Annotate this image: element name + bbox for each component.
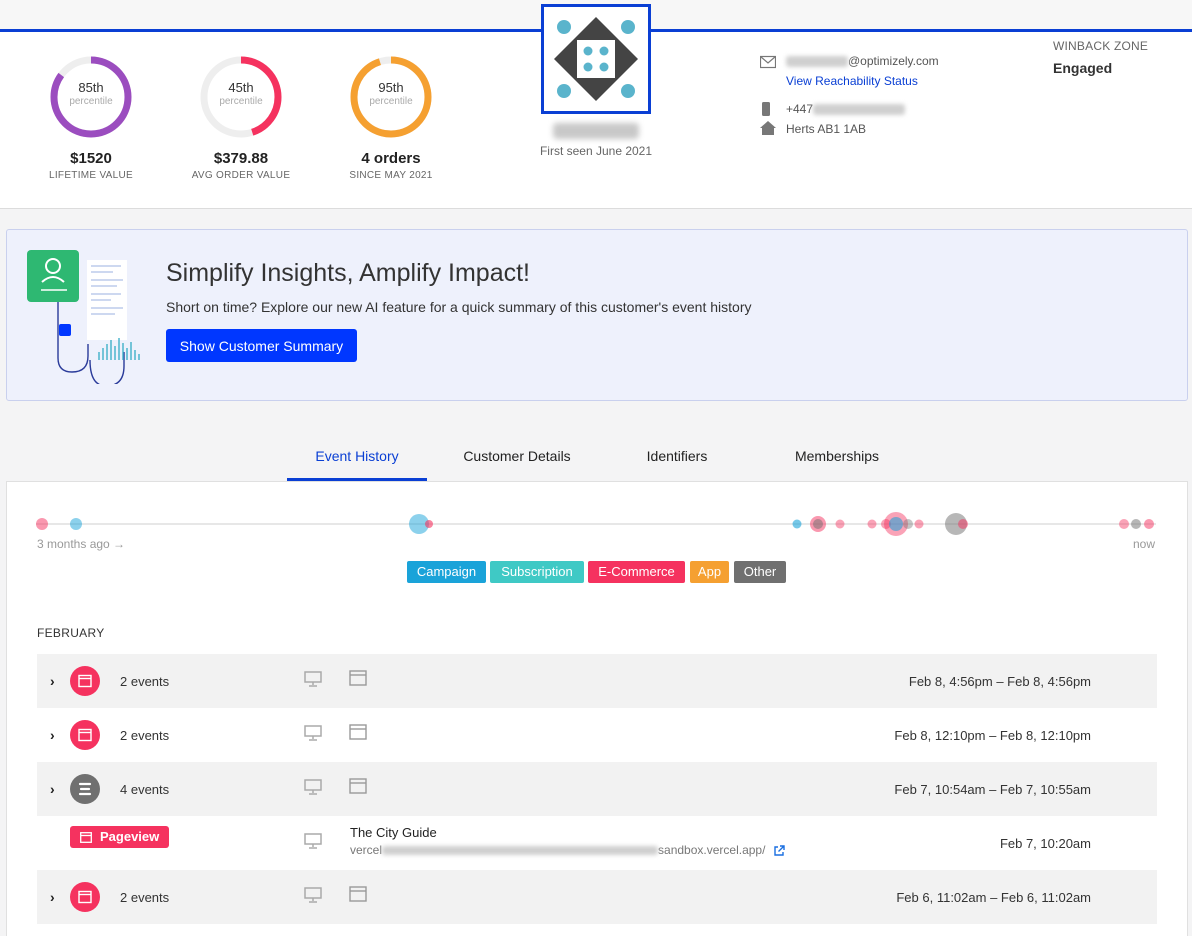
event-group-row[interactable]: › 2 events Feb 8, 12:10pm – Feb 8, 12:10…	[37, 708, 1157, 762]
phone-redacted	[813, 104, 906, 116]
email-redacted	[786, 56, 848, 68]
metric-label: SINCE MAY 2021	[349, 170, 433, 181]
customer-name-redacted	[553, 123, 639, 139]
tab-event-history[interactable]: Event History	[287, 438, 427, 481]
legend-other[interactable]: Other	[734, 561, 786, 583]
customer-avatar	[541, 4, 651, 114]
browser-icon	[70, 882, 100, 912]
event-time-range: Feb 8, 4:56pm – Feb 8, 4:56pm	[908, 674, 1091, 689]
customer-header: 85th percentile $1520 LIFETIME VALUE 45t…	[0, 0, 1192, 209]
browser-window-icon	[349, 778, 367, 794]
promo-description: Short on time? Explore our new AI featur…	[166, 299, 752, 315]
show-customer-summary-button[interactable]: Show Customer Summary	[166, 329, 357, 362]
metric-lifetime-value: 85th percentile $1520 LIFETIME VALUE	[21, 54, 161, 181]
phone-prefix: +447	[786, 102, 814, 116]
first-seen-text: First seen June 2021	[539, 144, 653, 158]
desktop-icon	[304, 887, 322, 903]
event-group-row[interactable]: › 2 events Feb 6, 11:02am – Feb 6, 11:02…	[37, 870, 1157, 924]
tab-memberships[interactable]: Memberships	[767, 438, 907, 481]
page-url[interactable]: vercel sandbox.vercel.app/	[350, 843, 785, 857]
browser-window-icon	[349, 670, 367, 686]
url-redacted	[382, 846, 659, 856]
browser-window-icon	[349, 886, 367, 902]
metric-orders: 95th percentile 4 orders SINCE MAY 2021	[321, 54, 461, 181]
metric-value: $1520	[70, 150, 112, 167]
address-text: Herts AB1 1AB	[786, 122, 867, 136]
home-icon	[760, 121, 776, 135]
event-time: Feb 7, 10:20am	[999, 836, 1091, 851]
ai-summary-promo: Simplify Insights, Amplify Impact! Short…	[6, 229, 1188, 401]
url-prefix: vercel	[350, 843, 383, 857]
desktop-icon	[304, 779, 322, 795]
legend-ecommerce[interactable]: E-Commerce	[588, 561, 685, 583]
event-count: 2 events	[120, 728, 170, 743]
winback-zone-value: Engaged	[1053, 60, 1113, 76]
event-time-range: Feb 6, 11:02am – Feb 6, 11:02am	[896, 890, 1091, 905]
tab-customer-details[interactable]: Customer Details	[447, 438, 587, 481]
percentile-value: 45th	[228, 80, 254, 95]
browser-icon	[70, 720, 100, 750]
event-count: 4 events	[120, 782, 170, 797]
timeline-start-label: 3 months ago →	[37, 537, 126, 551]
event-time-range: Feb 7, 10:54am – Feb 7, 10:55am	[894, 782, 1091, 797]
page-title: The City Guide	[350, 825, 437, 840]
pageview-badge: Pageview	[70, 826, 169, 848]
event-timeline[interactable]	[30, 508, 1162, 540]
email-domain: @optimizely.com	[848, 54, 939, 68]
chevron-right-icon[interactable]: ›	[50, 781, 55, 797]
browser-icon	[80, 832, 92, 843]
tab-identifiers[interactable]: Identifiers	[607, 438, 747, 481]
month-heading: FEBRUARY	[37, 626, 105, 640]
metric-value: 4 orders	[361, 150, 421, 167]
pageview-label: Pageview	[100, 829, 160, 844]
chevron-right-icon[interactable]: ›	[50, 727, 55, 743]
percentile-value: 95th	[378, 80, 404, 95]
metric-label: LIFETIME VALUE	[48, 170, 134, 181]
chevron-right-icon[interactable]: ›	[50, 673, 55, 689]
list-icon	[70, 774, 100, 804]
metric-avg-order-value: 45th percentile $379.88 AVG ORDER VALUE	[171, 54, 311, 181]
desktop-icon	[304, 671, 322, 687]
chevron-right-icon[interactable]: ›	[50, 889, 55, 905]
promo-title: Simplify Insights, Amplify Impact!	[166, 259, 531, 287]
phone-icon	[762, 102, 770, 116]
winback-zone-label: WINBACK ZONE	[1053, 39, 1149, 53]
event-group-row[interactable]: › 4 events Feb 7, 10:54am – Feb 7, 10:55…	[37, 762, 1157, 816]
external-link-icon[interactable]	[773, 845, 785, 857]
metric-label: AVG ORDER VALUE	[191, 170, 291, 181]
desktop-icon	[304, 833, 322, 849]
ai-summary-illustration-icon	[27, 250, 140, 384]
timeline-end-label: now	[1133, 537, 1156, 551]
url-suffix: sandbox.vercel.app/	[658, 843, 766, 857]
percentile-caption: percentile	[69, 96, 113, 107]
desktop-icon	[304, 725, 322, 741]
pageview-event-row[interactable]: Pageview The City Guide vercel sandbox.ve…	[37, 816, 1157, 870]
browser-window-icon	[349, 724, 367, 740]
legend-app[interactable]: App	[690, 561, 729, 583]
legend-campaign[interactable]: Campaign	[407, 561, 486, 583]
percentile-value: 85th	[78, 80, 104, 95]
event-count: 2 events	[120, 890, 170, 905]
metric-value: $379.88	[213, 150, 269, 167]
identicon-icon	[554, 17, 638, 101]
view-reachability-link[interactable]: View Reachability Status	[786, 74, 918, 88]
mail-icon	[760, 55, 776, 69]
event-time-range: Feb 8, 12:10pm – Feb 8, 12:10pm	[894, 728, 1091, 743]
legend-subscription[interactable]: Subscription	[490, 561, 584, 583]
event-group-row[interactable]: › 2 events Feb 8, 4:56pm – Feb 8, 4:56pm	[37, 654, 1157, 708]
browser-icon	[70, 666, 100, 696]
percentile-caption: percentile	[369, 96, 413, 107]
percentile-caption: percentile	[219, 96, 263, 107]
event-count: 2 events	[120, 674, 170, 689]
